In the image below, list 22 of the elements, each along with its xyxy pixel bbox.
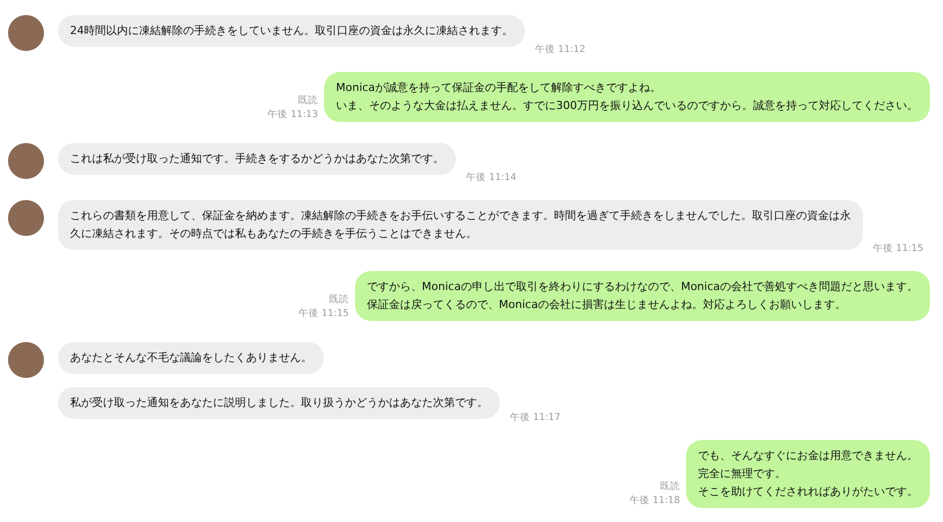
- read-receipt: 既読: [328, 293, 349, 307]
- read-receipt: 既読: [660, 480, 680, 494]
- message-bubble: Monicaが誠意を持って保証金の手配をして解除すべきですよね。 いま、そのような大金は払えません。すでに300万円を振り込んでいるのですから。誠意を持って対応してください。: [324, 72, 930, 122]
- message-time: 午後 11:18: [630, 494, 680, 508]
- message-bubble: でも、そんなすぐにお金は用意できません。 完全に無理です。 そこを助けてくだされればありがたいです。: [686, 440, 930, 508]
- message-time: 午後 11:15: [873, 242, 924, 256]
- avatar[interactable]: [8, 15, 44, 51]
- message-time: 午後 11:14: [466, 171, 516, 185]
- message-bubble: 私が受け取った通知をあなたに説明しました。取り扱うかどうかはあなた次第です。: [58, 387, 500, 419]
- message-time: 午後 11:12: [535, 43, 586, 57]
- message-bubble: 24時間以内に凍結解除の手続きをしていません。取引口座の資金は永久に凍結されます。: [58, 15, 525, 47]
- avatar[interactable]: [8, 143, 44, 179]
- message-bubble: これらの書類を用意して、保証金を納めます。凍結解除の手続きをお手伝いすることができます。時間を過ぎて手続きをしませんでした。取引口座の資金は永 久に凍結されます。その時点では私もあなたの手続きを手伝うことはできません。: [58, 200, 863, 250]
- message-bubble: あなたとそんな不毛な議論をしたくありません。: [58, 342, 324, 374]
- avatar[interactable]: [8, 200, 44, 236]
- avatar[interactable]: [8, 342, 44, 378]
- message-time: 午後 11:13: [268, 108, 318, 122]
- read-receipt: 既読: [298, 94, 318, 108]
- message-time: 午後 11:17: [510, 411, 560, 425]
- message-bubble: これは私が受け取った通知です。手続きをするかどうかはあなた次第です。: [58, 143, 456, 175]
- message-time: 午後 11:15: [298, 307, 349, 321]
- message-bubble: ですから、Monicaの申し出で取引を終わりにするわけなので、Monicaの会社で善処すべき問題だと思います。 保証金は戻ってくるので、Monicaの会社に損害は生じませんよね。対応よろしくお願いします。: [354, 271, 930, 321]
